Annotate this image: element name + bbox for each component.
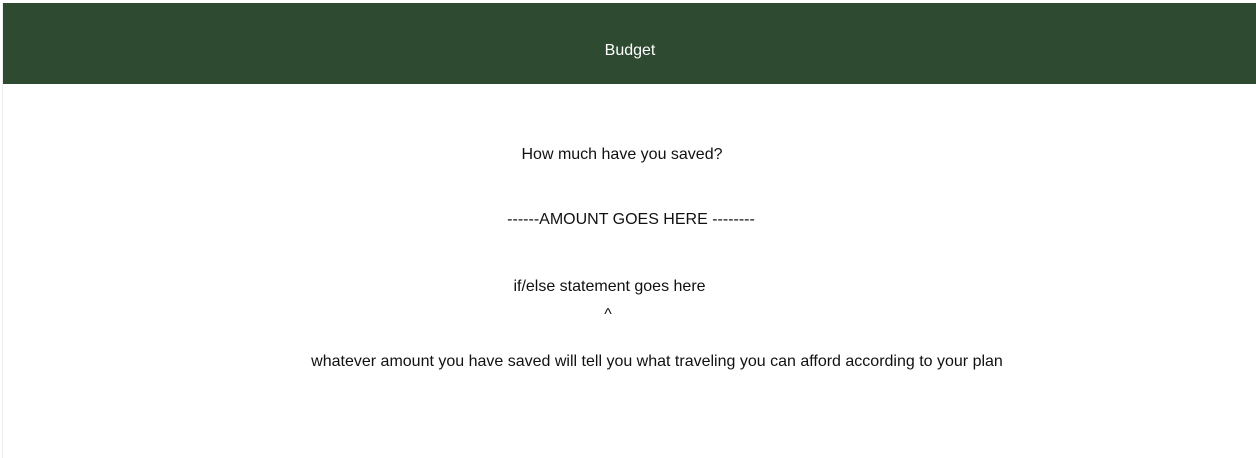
page-frame: Budget How much have you saved? ------AM… xyxy=(2,3,1256,458)
savings-description: whatever amount you have saved will tell… xyxy=(311,353,1003,370)
ifelse-note: if/else statement goes here xyxy=(513,278,706,295)
savings-question: How much have you saved? xyxy=(521,146,723,163)
page-title: Budget xyxy=(604,42,656,59)
caret-marker: ^ xyxy=(604,306,612,323)
amount-placeholder: ------AMOUNT GOES HERE -------- xyxy=(507,211,755,228)
header-bar: Budget xyxy=(3,3,1256,84)
